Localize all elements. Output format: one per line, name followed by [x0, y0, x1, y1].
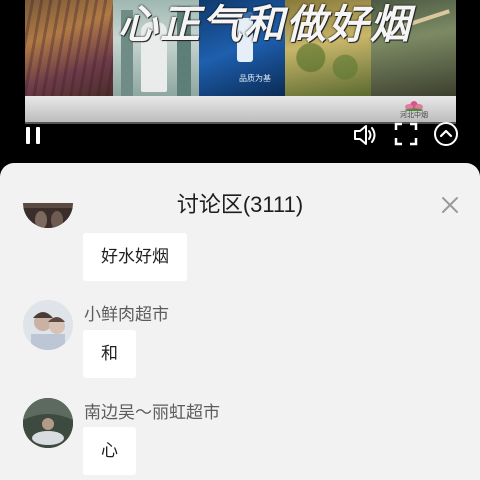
pause-icon — [26, 127, 30, 144]
comment-text: 心 — [83, 427, 136, 475]
volume-icon — [354, 125, 376, 145]
close-button[interactable] — [438, 193, 462, 217]
video-caption: 品质为基 — [239, 74, 271, 83]
video-frame: 心正气和做好烟 品质为基 — [25, 0, 456, 96]
video-scene-tobacco-field — [25, 0, 113, 96]
comment-text: 好水好烟 — [83, 233, 187, 281]
pause-button[interactable] — [22, 125, 44, 147]
fullscreen-icon — [394, 122, 418, 146]
comment-username[interactable]: 南边吴～丽虹超市 — [84, 398, 220, 423]
lotus-logo-icon — [405, 101, 423, 111]
brand-logo-text: 河北中烟 — [400, 111, 428, 119]
close-icon — [442, 197, 458, 213]
chevron-up-circle-icon — [434, 122, 458, 146]
avatar[interactable] — [23, 203, 73, 228]
brand-logo: 河北中烟 — [392, 96, 436, 124]
avatar[interactable] — [23, 398, 73, 448]
video-title-overlay: 心正气和做好烟 — [118, 1, 412, 48]
comments-panel[interactable]: 讨论区(3111) 好水好烟 小鲜肉超市 和 南边吴～丽虹超市 心 — [0, 163, 480, 480]
expand-button[interactable] — [433, 121, 459, 147]
volume-button[interactable] — [352, 122, 380, 148]
comment-text: 和 — [83, 330, 136, 378]
fullscreen-button[interactable] — [393, 121, 419, 147]
video-progress-bar[interactable] — [25, 122, 456, 124]
comment-username[interactable]: 小鲜肉超市 — [84, 300, 169, 325]
video-player[interactable]: 心正气和做好烟 品质为基 河北中烟 — [0, 0, 480, 163]
avatar[interactable] — [23, 300, 73, 350]
